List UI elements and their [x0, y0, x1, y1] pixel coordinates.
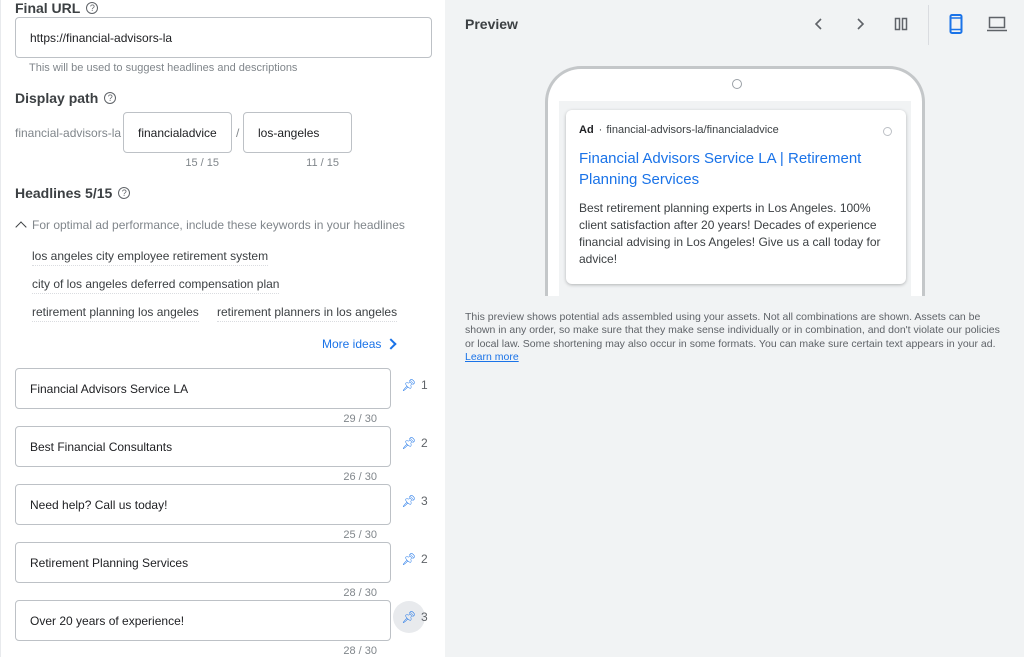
mobile-screen: Ad · financial-advisors-la/financialadvi… [559, 101, 911, 296]
pin-position: 3 [421, 494, 428, 508]
pin-icon: 📌︎ [401, 610, 417, 624]
help-circle-icon[interactable]: ? [86, 2, 99, 14]
final-url-input[interactable]: https://financial-advisors-la [15, 17, 432, 58]
chevron-right-icon [385, 338, 398, 350]
headline-value: Retirement Planning Services [30, 555, 189, 570]
path2-value: los-angeles [258, 125, 320, 140]
headline-counter: 26 / 30 [343, 471, 377, 483]
camera-icon [732, 79, 742, 89]
headline-value: Financial Advisors Service LA [30, 381, 189, 396]
headlines-title: Headlines 5/15 ? [15, 185, 131, 201]
mobile-icon [949, 14, 963, 34]
more-ideas-label: More ideas [322, 337, 382, 351]
preview-title: Preview [465, 16, 518, 32]
path2-counter: 11 / 15 [306, 157, 339, 169]
chevron-left-icon [814, 18, 822, 30]
desktop-view-button[interactable] [985, 12, 1009, 36]
path-separator: / [236, 126, 240, 140]
keyword-suggestion[interactable]: retirement planning los angeles [32, 305, 199, 322]
keyword-tip-text: For optimal ad performance, include thes… [32, 218, 405, 232]
split-view-icon [894, 17, 908, 31]
chevron-up-icon [15, 221, 27, 233]
ad-editor-pane: Final URL ? https://financial-advisors-l… [0, 0, 445, 657]
previous-button[interactable] [807, 12, 831, 36]
display-path-title: Display path ? [15, 90, 117, 106]
headline-counter: 28 / 30 [343, 645, 377, 657]
ad-badge: Ad [579, 124, 594, 136]
keyword-suggestion[interactable]: city of los angeles deferred compensatio… [32, 277, 280, 294]
ad-separator: · [598, 124, 603, 136]
headline-counter: 28 / 30 [343, 587, 377, 599]
mobile-view-button[interactable] [944, 12, 968, 36]
path1-counter: 15 / 15 [185, 157, 219, 169]
mobile-frame: Ad · financial-advisors-la/financialadvi… [545, 66, 925, 296]
preview-disclaimer: This preview shows potential ads assembl… [465, 311, 1010, 364]
disclaimer-text: This preview shows potential ads assembl… [465, 311, 1000, 350]
headline-value: Need help? Call us today! [30, 497, 168, 512]
ad-headline[interactable]: Financial Advisors Service LA | Retireme… [579, 148, 893, 190]
next-button[interactable] [848, 12, 872, 36]
pin-position: 2 [421, 436, 428, 450]
headline-counter: 29 / 30 [343, 413, 377, 425]
ad-description: Best retirement planning experts in Los … [579, 201, 881, 266]
toolbar-divider [928, 5, 929, 45]
keyword-suggestion[interactable]: los angeles city employee retirement sys… [32, 249, 269, 266]
headlines-label: Headlines 5/15 [15, 185, 113, 201]
final-url-value: https://financial-advisors-la [30, 30, 173, 45]
keyword-suggestion[interactable]: retirement planners in los angeles [217, 305, 398, 322]
headline-input[interactable]: Financial Advisors Service LA [15, 368, 391, 409]
final-url-label: Final URL [15, 0, 81, 16]
headline-input[interactable]: Over 20 years of experience! [15, 600, 391, 641]
headline-value: Over 20 years of experience! [30, 613, 185, 628]
preview-pane: Preview Ad · financial-advisors-la/finan… [445, 0, 1024, 657]
info-icon[interactable] [883, 127, 892, 136]
headline-value: Best Financial Consultants [30, 439, 173, 454]
more-ideas-button[interactable]: More ideas [322, 337, 398, 351]
help-circle-icon[interactable]: ? [104, 92, 117, 104]
help-circle-icon[interactable]: ? [118, 187, 131, 199]
pin-position: 1 [421, 378, 428, 392]
pin-position: 3 [421, 610, 428, 624]
ad-display-url: financial-advisors-la/financialadvice [606, 124, 779, 136]
pin-icon: 📌︎ [401, 552, 417, 566]
pin-icon: 📌︎ [401, 378, 417, 392]
headline-counter: 25 / 30 [343, 529, 377, 541]
final-url-hint: This will be used to suggest headlines a… [29, 62, 298, 74]
path2-input[interactable]: los-angeles [243, 112, 352, 153]
split-view-button[interactable] [889, 12, 913, 36]
pin-position: 2 [421, 552, 428, 566]
path1-value: financialadvice [138, 125, 217, 140]
display-path-prefix: financial-advisors-la / [15, 126, 128, 140]
headline-input[interactable]: Need help? Call us today! [15, 484, 391, 525]
pin-icon: 📌︎ [401, 494, 417, 508]
ad-preview-card: Ad · financial-advisors-la/financialadvi… [566, 110, 906, 284]
ad-url-line: Ad · financial-advisors-la/financialadvi… [579, 124, 893, 136]
display-path-label: Display path [15, 90, 99, 106]
headline-input[interactable]: Retirement Planning Services [15, 542, 391, 583]
learn-more-link[interactable]: Learn more [465, 351, 519, 363]
headline-input[interactable]: Best Financial Consultants [15, 426, 391, 467]
final-url-title: Final URL ? [15, 0, 99, 16]
pin-icon: 📌︎ [401, 436, 417, 450]
desktop-icon [987, 16, 1007, 32]
keyword-tip-toggle[interactable]: For optimal ad performance, include thes… [15, 218, 405, 233]
path1-input[interactable]: financialadvice [123, 112, 232, 153]
chevron-right-icon [857, 18, 865, 30]
